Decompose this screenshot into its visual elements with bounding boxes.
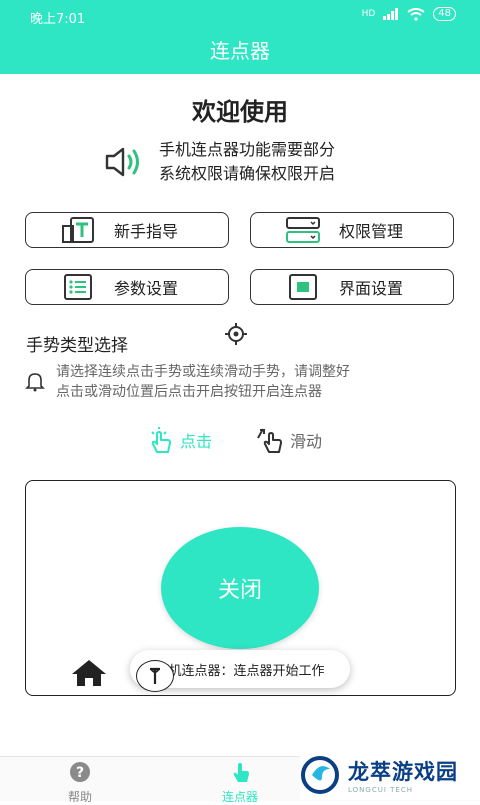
home-icon[interactable] [70,658,108,688]
permission-notice: 手机连点器功能需要部分 系统权限请确保权限开启 [103,138,335,186]
notice-line-2: 系统权限请确保权限开启 [159,164,336,183]
list-icon [60,273,96,301]
watermark: 龙萃游戏园 LONGCUI TECH [300,750,480,800]
help-icon: ? [70,762,90,782]
gesture-section-title: 手势类型选择 [26,336,128,356]
tab-clicker-label: 连点器 [221,790,258,804]
signal-bars-icon [383,8,399,20]
speaker-icon [105,147,139,177]
signal-icon: HD [361,9,376,19]
tab-help[interactable]: ? 帮助 [40,761,120,805]
welcome-title: 欢迎使用 [192,98,288,126]
pin-icon [150,667,160,684]
bell-icon [25,373,45,392]
target-icon[interactable] [222,322,250,346]
tab-clicker[interactable]: 连点器 [200,761,280,805]
notice-line-1: 手机连点器功能需要部分 [159,140,336,159]
interface-button[interactable]: 界面设置 [250,269,454,305]
page-title: 连点器 [210,39,270,63]
swipe-label: 滑动 [290,432,323,451]
toast-text: 手机连点器：连点器开始工作 [155,663,325,679]
status-bar: 晚上7:01 HD 48 [0,0,480,32]
permission-icon [285,216,321,244]
tutorial-icon [60,216,96,244]
settings-button[interactable]: 参数设置 [25,269,229,305]
tap-hand-icon [151,427,171,453]
tap-label: 点击 [180,432,213,451]
swipe-hand-icon [257,428,282,453]
tab-help-label: 帮助 [67,790,92,804]
interface-button-label: 界面设置 [339,279,404,298]
pin-button[interactable] [136,660,174,692]
toggle-button-label: 关闭 [217,578,262,603]
tutorial-button-label: 新手指导 [114,222,179,241]
tutorial-button[interactable]: 新手指导 [25,212,229,248]
watermark-title: 龙萃游戏园 [348,760,458,784]
screen-icon [285,273,321,301]
permission-button[interactable]: 权限管理 [250,212,454,248]
watermark-logo [301,756,339,794]
permission-button-label: 权限管理 [339,222,404,241]
hint-line-1: 请选择连续点击手势或连续滑动手势，请调整好 [56,364,350,380]
gesture-option-swipe[interactable]: 滑动 [256,426,322,454]
settings-button-label: 参数设置 [114,279,179,298]
clicker-icon [233,763,249,782]
status-icons: HD 48 [362,7,456,21]
svg-text:?: ? [76,765,84,781]
gesture-hint: 请选择连续点击手势或连续滑动手势，请调整好 点击或滑动位置后点击开启按钮开启连点… [24,362,350,402]
status-time: 晚上7:01 [30,12,86,27]
app-bar: 连点器 [0,32,480,74]
hint-line-2: 点击或滑动位置后点击开启按钮开启连点器 [56,384,322,400]
wifi-icon [407,7,425,21]
battery-icon: 48 [433,7,456,21]
toggle-button[interactable]: 关闭 [161,527,319,649]
watermark-subtitle: LONGCUI TECH [348,786,413,794]
gesture-option-tap[interactable]: 点击 [146,426,212,454]
